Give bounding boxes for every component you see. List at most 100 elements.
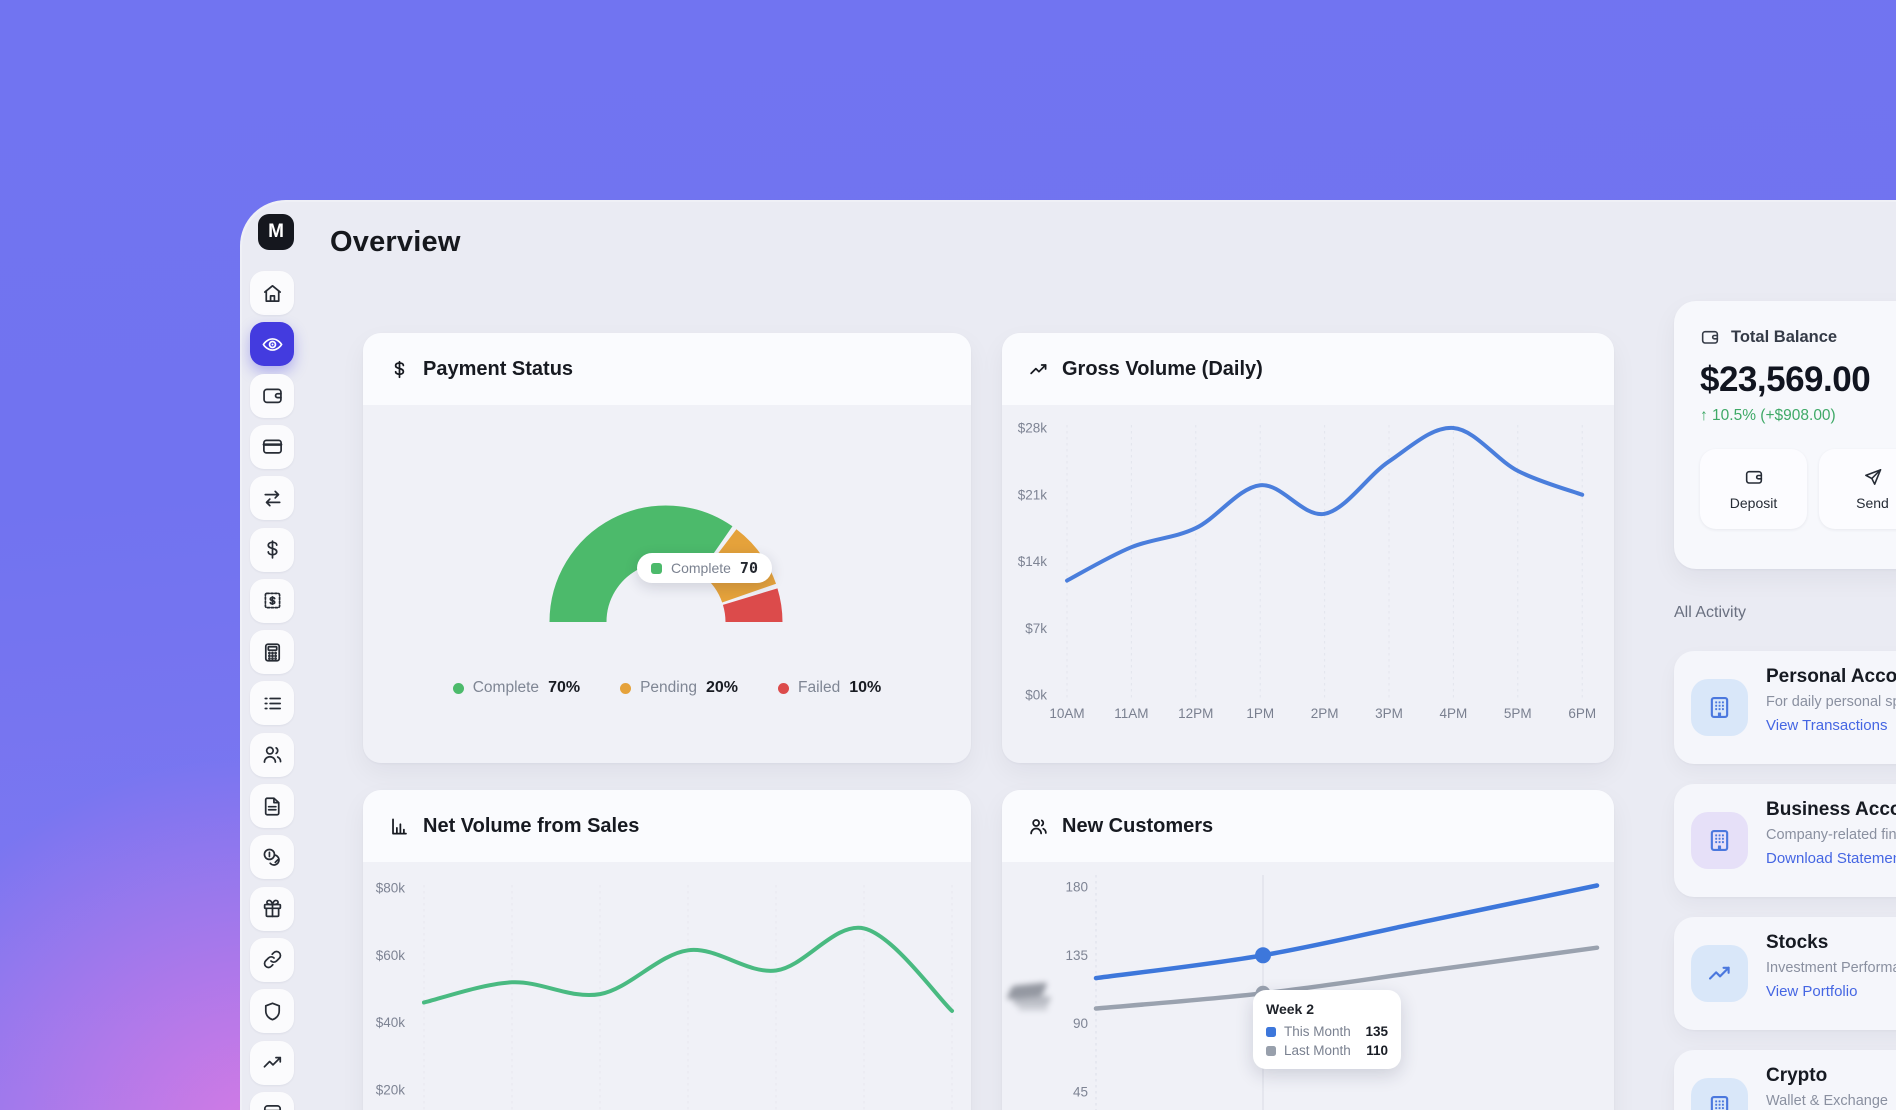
series-line-this-month[interactable] (1096, 886, 1597, 979)
legend-item-complete[interactable]: Complete70% (453, 679, 580, 697)
tooltip-row-last-month: Last Month 110 (1266, 1043, 1388, 1058)
deposit-button-label: Deposit (1730, 495, 1777, 511)
activity-text: Stocks Investment Performance View Portfol… (1766, 932, 1896, 1000)
gauge-tooltip-swatch (651, 563, 662, 574)
this-month-value: 135 (1365, 1024, 1388, 1039)
sidebar-item-trending-up[interactable] (250, 1041, 294, 1085)
x-tick-label: 1PM (1246, 706, 1274, 721)
y-tick-label: $40k (376, 1015, 406, 1030)
legend-dot (453, 683, 464, 694)
activity-card-crypto[interactable]: CryptoWallet & Exchange (1674, 1050, 1896, 1110)
net-volume-line-chart[interactable]: $80k$60k$40k$20k (363, 790, 971, 1110)
sidebar-item-calculator[interactable] (250, 630, 294, 674)
sidebar-item-home[interactable] (250, 271, 294, 315)
total-balance-amount: $23,569.00 (1700, 360, 1896, 400)
activity-icon-badge (1691, 812, 1748, 869)
new-customers-tooltip: Week 2 This Month 135 Last Month 110 (1253, 990, 1401, 1069)
activity-subtitle: Investment Performance (1766, 960, 1896, 976)
new-customers-tooltip-title: Week 2 (1266, 1001, 1388, 1017)
wallet-icon (1700, 327, 1720, 347)
activity-link[interactable]: View Portfolio (1766, 983, 1896, 1000)
activity-title: Crypto (1766, 1065, 1888, 1087)
sidebar-item-dollar-sign[interactable] (250, 528, 294, 572)
activity-link[interactable]: View Transactions (1766, 717, 1896, 734)
y-tick-label: $0k (1025, 688, 1047, 703)
sidebar-item-gift[interactable] (250, 887, 294, 931)
total-balance-header: Total Balance (1700, 327, 1896, 347)
y-tick-label: $21k (1018, 487, 1048, 502)
activity-card-personal-account[interactable]: Personal AccountFor daily personal spend… (1674, 651, 1896, 764)
x-tick-label: 5PM (1504, 706, 1532, 721)
y-tick-label: $7k (1025, 621, 1047, 636)
legend-value: 20% (706, 679, 738, 697)
activity-title: Business Account (1766, 799, 1896, 821)
trending-up-icon (261, 1051, 284, 1074)
x-tick-label: 2PM (1311, 706, 1339, 721)
sidebar-item-link[interactable] (250, 938, 294, 982)
wallet-icon (1744, 467, 1764, 487)
activity-subtitle: Company-related finances (1766, 827, 1896, 843)
card-gross-volume: Gross Volume (Daily) $0k$7k$14k$21k$28k1… (1002, 333, 1614, 763)
sidebar-item-window[interactable] (250, 1092, 294, 1110)
legend-item-failed[interactable]: Failed10% (778, 679, 881, 697)
activity-text: Personal AccountFor daily personal spend… (1766, 666, 1896, 734)
sidebar-item-coins[interactable] (250, 835, 294, 879)
page-title: Overview (330, 226, 461, 259)
app-background: { "header": { "logo": "M", "page_title":… (0, 0, 1896, 1110)
sidebar-item-eye[interactable] (250, 322, 294, 366)
activity-text: Business Account Company-related finances… (1766, 799, 1896, 867)
x-tick-label: 10AM (1049, 706, 1084, 721)
y-tick-label: 135 (1065, 948, 1088, 963)
send-button-label: Send (1856, 495, 1889, 511)
sidebar-item-transfer-arrows[interactable] (250, 476, 294, 520)
app-logo[interactable]: M (258, 214, 294, 250)
gauge-segment-failed[interactable] (750, 597, 754, 622)
building-icon (1706, 827, 1733, 854)
last-month-label: Last Month (1284, 1043, 1351, 1058)
activity-title: Personal Account (1766, 666, 1896, 688)
trending-up-icon (1706, 960, 1733, 987)
legend-label: Pending (640, 679, 697, 697)
sidebar-item-receipt-dollar[interactable] (250, 579, 294, 623)
payment-status-gauge-chart[interactable] (363, 333, 971, 763)
send-button[interactable]: Send (1819, 449, 1896, 529)
legend-label: Failed (798, 679, 840, 697)
sidebar-item-credit-card[interactable] (250, 425, 294, 469)
gross-volume-line-chart[interactable]: $0k$7k$14k$21k$28k10AM11AM12PM1PM2PM3PM4… (1002, 333, 1614, 763)
transfer-arrows-icon (261, 487, 284, 510)
activity-link[interactable]: Download Statements (1766, 850, 1896, 867)
sidebar-item-shield[interactable] (250, 989, 294, 1033)
legend-item-pending[interactable]: Pending 20% (620, 679, 738, 697)
dashboard-panel: M Overview Payment Status Complete 70 Co… (240, 200, 1896, 1110)
x-tick-label: 6PM (1568, 706, 1596, 721)
legend-dot (778, 683, 789, 694)
activity-card-stocks[interactable]: Stocks Investment Performance View Portfol… (1674, 917, 1896, 1030)
gift-icon (261, 897, 284, 920)
y-tick-label: 90 (1073, 1016, 1088, 1031)
tooltip-row-this-month: This Month 135 (1266, 1024, 1388, 1039)
sidebar-item-file-text[interactable] (250, 784, 294, 828)
list-icon (261, 692, 284, 715)
building-icon (1706, 1093, 1733, 1110)
shield-icon (261, 1000, 284, 1023)
total-balance-card: Total Balance $23,569.00 ↑ 10.5% (+$908.… (1674, 301, 1896, 569)
gauge-tooltip-value: 70 (740, 559, 758, 577)
x-tick-label: 12PM (1178, 706, 1213, 721)
wallet-icon (261, 384, 284, 407)
card-new-customers: New Customers 4590135180 Week 2 This Mon… (1002, 790, 1614, 1110)
total-balance-label: Total Balance (1731, 328, 1837, 347)
activity-title: Stocks (1766, 932, 1896, 954)
sidebar-item-users[interactable] (250, 733, 294, 777)
activity-card-business-account[interactable]: Business Account Company-related finances… (1674, 784, 1896, 897)
gauge-tooltip-label: Complete (671, 560, 731, 576)
this-month-marker[interactable] (1255, 947, 1271, 963)
sidebar-item-list[interactable] (250, 681, 294, 725)
y-tick-label: $60k (376, 948, 406, 963)
deposit-button[interactable]: Deposit (1700, 449, 1807, 529)
sidebar-item-wallet[interactable] (250, 374, 294, 418)
window-icon (261, 1102, 284, 1110)
y-tick-label: $14k (1018, 554, 1048, 569)
calculator-icon (261, 641, 284, 664)
balance-actions: Deposit Send (1700, 449, 1896, 529)
y-tick-label: $28k (1018, 421, 1048, 436)
